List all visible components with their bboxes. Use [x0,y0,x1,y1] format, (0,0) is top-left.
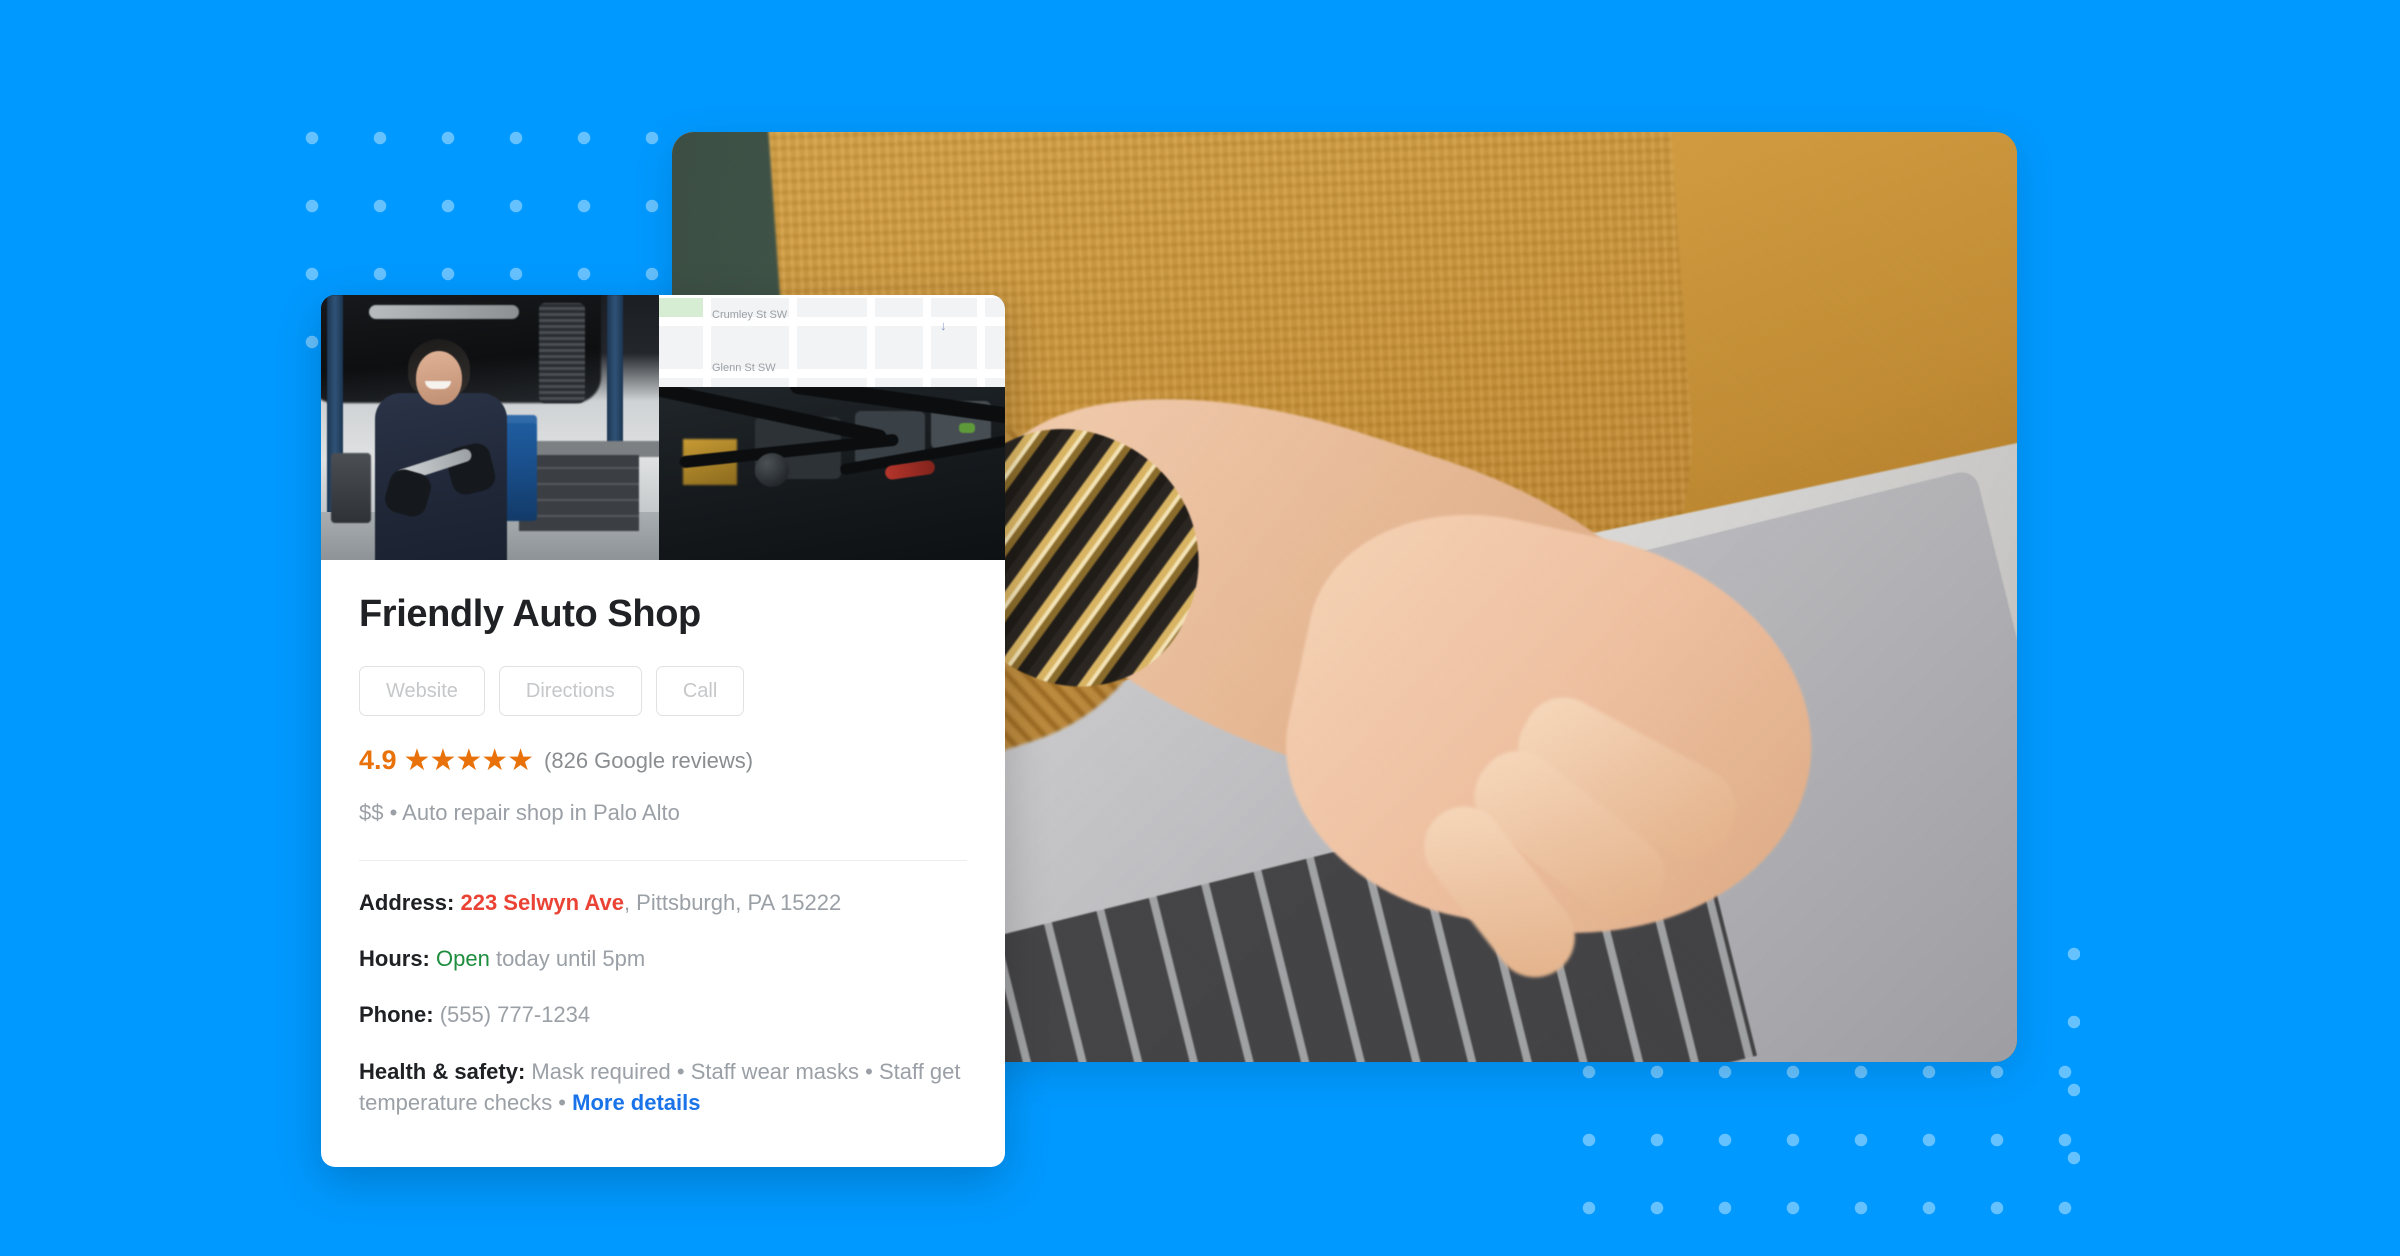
map-road-vertical [923,295,931,387]
mechanic-face [416,351,462,405]
rating-value: 4.9 [359,745,397,776]
engine-photo[interactable] [659,387,1005,560]
review-count[interactable]: (826 Google reviews) [544,749,753,772]
map-road-vertical [867,295,875,387]
detail-row-hours: Hours: Open today until 5pm [359,943,967,974]
tool-cabinet [519,455,639,531]
engine-cap [755,453,789,487]
map-direction-arrow-icon: ↓ [940,318,947,333]
dot-pattern-right-column [2040,920,2080,1180]
card-media-strip: Crumley St SW Glenn St SW ↓ [321,295,1005,560]
address-rest: , Pittsburgh, PA 15222 [623,889,842,915]
detail-list: Address: 223 Selwyn Ave, Pittsburgh, PA … [359,887,967,1118]
directions-button[interactable]: Directions [498,665,642,716]
dot-pattern-bottom-right [1555,1038,2115,1218]
phone-label: Phone: [359,1002,434,1028]
map-street-label-crumley: Crumley St SW [712,309,788,321]
card-body: Friendly Auto Shop Website Directions Ca… [321,560,1005,1118]
hours-label: Hours: [359,946,430,972]
phone-number[interactable]: (555) 777-1234 [440,1002,590,1027]
rating-stars-icon: ★★★★★ [403,743,534,777]
detail-row-address: Address: 223 Selwyn Ave, Pittsburgh, PA … [359,887,967,918]
detail-row-phone: Phone: (555) 777-1234 [359,999,967,1030]
map-road-vertical [703,295,711,387]
rating-row: 4.9 ★★★★★ (826 Google reviews) [359,743,967,777]
map-road-vertical [789,295,797,387]
website-button[interactable]: Website [359,665,485,716]
radiator [539,303,585,403]
engine-green-part [959,423,975,433]
price-and-category: $$ • Auto repair shop in Palo Alto [359,799,680,825]
business-listing-card: Crumley St SW Glenn St SW ↓ Friendly Aut… [321,295,1005,1167]
mechanic-photo[interactable] [321,295,659,560]
health-safety-label: Health & safety: [359,1058,526,1084]
mechanic-smile [425,381,451,389]
map-street-label-glenn: Glenn St SW [712,362,776,374]
action-button-group: Website Directions Call [359,665,967,716]
open-status-badge: Open [436,946,490,972]
hours-rest: today until 5pm [489,946,646,972]
card-media-right-column: Crumley St SW Glenn St SW ↓ [659,295,1005,560]
trash-bin [331,453,371,523]
exhaust-pipe [369,305,519,319]
map-road-vertical [977,295,985,387]
business-name: Friendly Auto Shop [359,593,701,635]
card-divider [359,859,967,861]
location-map[interactable]: Crumley St SW Glenn St SW ↓ [659,295,1005,387]
address-street[interactable]: 223 Selwyn Ave [460,890,623,915]
address-label: Address: [359,889,455,915]
call-button[interactable]: Call [655,665,745,716]
more-details-link[interactable]: More details [572,1090,700,1115]
detail-row-health-safety: Health & safety: Mask required • Staff w… [359,1056,967,1118]
